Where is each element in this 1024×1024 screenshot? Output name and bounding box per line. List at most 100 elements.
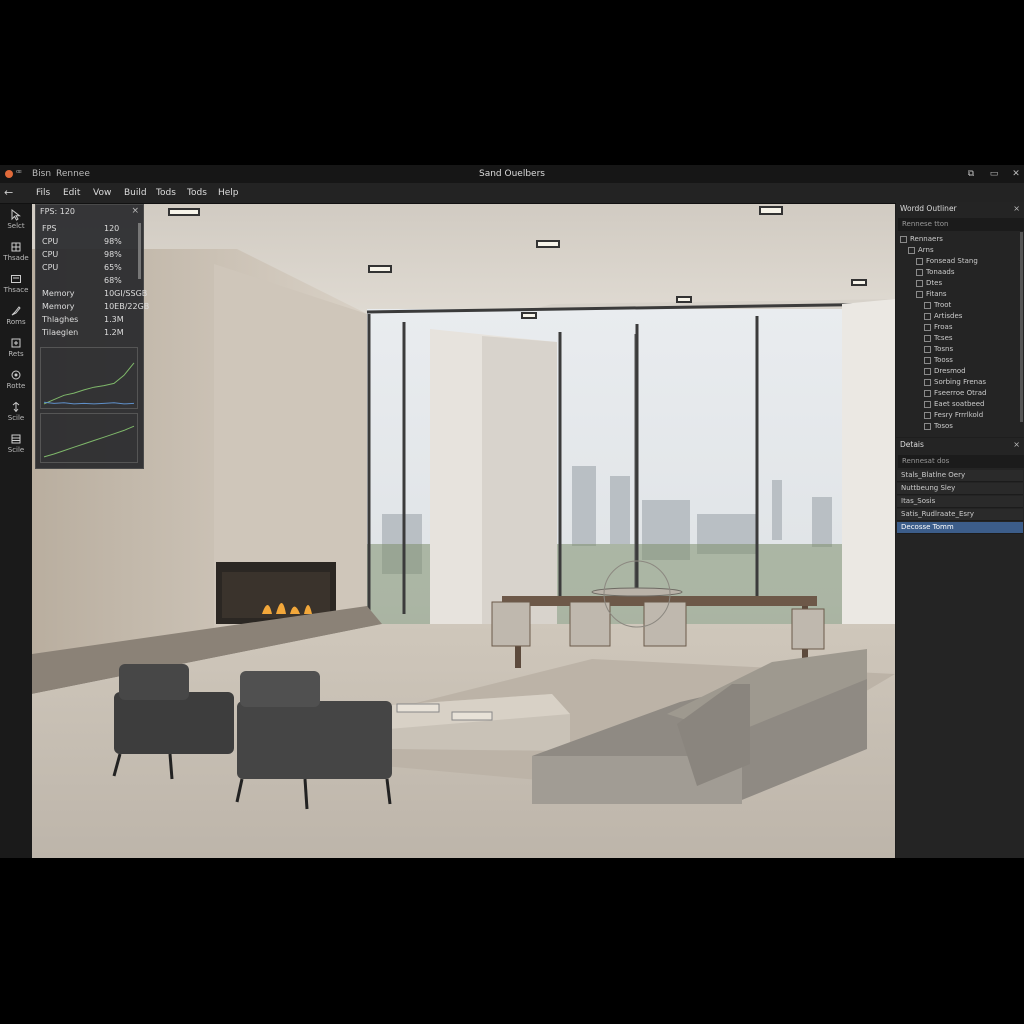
actor-icon — [924, 312, 931, 320]
memory-graph-line — [43, 425, 135, 458]
menu-help[interactable]: Help — [218, 183, 239, 203]
stat-row: CPU 98% — [42, 250, 122, 259]
window-title: Sand Ouelbers — [479, 169, 545, 179]
outliner-row-label: Fseerroe Otrad — [934, 389, 987, 397]
details-row[interactable]: Itas_Sosis — [897, 496, 1023, 508]
outliner-row[interactable]: Troot — [924, 300, 951, 311]
actor-icon — [924, 400, 931, 408]
menu-bar: ← Fils Edit Vow Build Tods Tods Help — [0, 183, 1024, 204]
back-arrow-icon[interactable]: ← — [4, 183, 13, 203]
outliner-row-label: Tonaads — [926, 268, 955, 276]
outliner-row[interactable]: Dresmod — [924, 366, 966, 377]
outliner-row-label: Tosns — [934, 345, 954, 353]
stats-scrollbar[interactable] — [138, 223, 141, 279]
tool-transform[interactable]: Rets — [0, 337, 32, 358]
outliner-row-label: Artisdes — [934, 312, 963, 320]
actor-icon — [924, 345, 931, 353]
tool-shade[interactable]: Thsade — [0, 241, 32, 262]
outliner-row[interactable]: Tooss — [924, 355, 953, 366]
outliner-row[interactable]: Artisdes — [924, 311, 962, 322]
panel-title: Detais — [900, 440, 924, 449]
actor-icon — [916, 268, 923, 276]
stat-row: Thlaghes 1.3M — [42, 315, 124, 324]
outliner-row[interactable]: Fesry Frrrlkold — [924, 410, 983, 421]
outliner-row-label: Tcses — [934, 334, 953, 342]
tool-rotate[interactable]: Rotte — [0, 369, 32, 390]
details-row[interactable]: Stals_Blatlne Oery — [897, 470, 1023, 482]
tool-strip: Selct Thsade Thsace Roms Rets Rotte Scil… — [0, 204, 32, 858]
menu-file[interactable]: Fils — [36, 183, 50, 203]
outliner-row[interactable]: Arns — [908, 245, 934, 256]
scene-render[interactable] — [32, 204, 895, 858]
world-outliner-panel: Wordd Outliner × Rennese tton Rennaers Ar… — [896, 202, 1024, 437]
outliner-close-icon[interactable]: × — [1013, 202, 1020, 216]
tool-grid[interactable]: Scile — [0, 433, 32, 454]
scale-icon — [12, 401, 20, 413]
details-row-selected[interactable]: Decosse Tomm — [897, 522, 1023, 534]
menu-view[interactable]: Vow — [93, 183, 111, 203]
cpu-graph — [40, 347, 138, 409]
outliner-row[interactable]: Fseerroe Otrad — [924, 388, 986, 399]
outliner-row-label: Fesry Frrrlkold — [934, 411, 984, 419]
outliner-row[interactable]: Tosns — [924, 344, 953, 355]
actor-icon — [924, 389, 931, 397]
app-logo-icon: ꟹ — [16, 169, 22, 179]
actor-icon — [924, 411, 931, 419]
minimize-window-icon[interactable]: ▭ — [985, 165, 1003, 183]
stats-header: FPS: 120 — [40, 207, 76, 216]
menu-build[interactable]: Build — [124, 183, 147, 203]
outliner-search-input[interactable]: Rennese tton — [898, 218, 1024, 231]
memory-graph — [40, 413, 138, 463]
actor-icon — [924, 356, 931, 364]
tool-select[interactable]: Selct — [0, 209, 32, 230]
outliner-row[interactable]: Fitans — [916, 289, 947, 300]
restore-window-icon[interactable]: ⧉ — [962, 165, 980, 183]
outliner-row[interactable]: Dtes — [916, 278, 942, 289]
outliner-row-label: Troot — [934, 301, 952, 309]
transform-icon — [11, 338, 21, 348]
gpu-graph-line — [43, 401, 135, 405]
frame-icon — [11, 275, 21, 283]
close-dot-icon[interactable] — [5, 170, 13, 178]
outliner-row-label: Rennaers — [910, 235, 943, 243]
tool-label: Rotte — [6, 382, 26, 390]
tool-scale[interactable]: Scile — [0, 401, 32, 422]
tool-label: Rets — [8, 350, 24, 358]
outliner-scrollbar[interactable] — [1020, 232, 1023, 422]
details-search-input[interactable]: Rennesat dos — [898, 455, 1024, 468]
menu-edit[interactable]: Edit — [63, 183, 80, 203]
select-cursor-icon — [11, 209, 21, 221]
outliner-row-label: Sorbing Frenas — [934, 378, 987, 386]
tool-label: Roms — [6, 318, 26, 326]
viewport[interactable] — [32, 204, 895, 858]
tool-frame[interactable]: Thsace — [0, 273, 32, 294]
cpu-graph-line — [43, 362, 135, 405]
actor-icon — [916, 290, 923, 298]
actor-icon — [908, 246, 915, 254]
app-name[interactable]: Bisn — [32, 165, 51, 183]
details-close-icon[interactable]: × — [1013, 438, 1020, 452]
outliner-row[interactable]: Sorbing Frenas — [924, 377, 986, 388]
actor-icon — [900, 235, 907, 243]
actor-icon — [924, 378, 931, 386]
title-bar: ꟹ Bisn Rennee Sand Ouelbers ⧉ ▭ ✕ — [0, 165, 1024, 183]
stats-close-icon[interactable]: × — [131, 206, 139, 216]
details-row[interactable]: Nuttbeung Sley — [897, 483, 1023, 495]
outliner-row[interactable]: Tosos — [924, 421, 953, 432]
outliner-row[interactable]: Rennaers — [900, 234, 943, 245]
actor-icon — [924, 301, 931, 309]
outliner-row[interactable]: Tonaads — [916, 267, 954, 278]
outliner-row[interactable]: Fonsead Stang — [916, 256, 978, 267]
tool-brush[interactable]: Roms — [0, 305, 32, 326]
brush-icon — [11, 306, 21, 316]
details-row[interactable]: Satis_Rudlraate_Esry — [897, 509, 1023, 521]
outliner-row[interactable]: Froas — [924, 322, 952, 333]
tool-label: Thsade — [3, 254, 29, 262]
outliner-row[interactable]: Eaet soatbeed — [924, 399, 984, 410]
menu-tools-2[interactable]: Tods — [187, 183, 207, 203]
outliner-row[interactable]: Tcses — [924, 333, 953, 344]
document-name[interactable]: Rennee — [56, 165, 90, 183]
outliner-row-label: Eaet soatbeed — [934, 400, 985, 408]
menu-tools[interactable]: Tods — [156, 183, 176, 203]
close-window-icon[interactable]: ✕ — [1007, 165, 1024, 183]
